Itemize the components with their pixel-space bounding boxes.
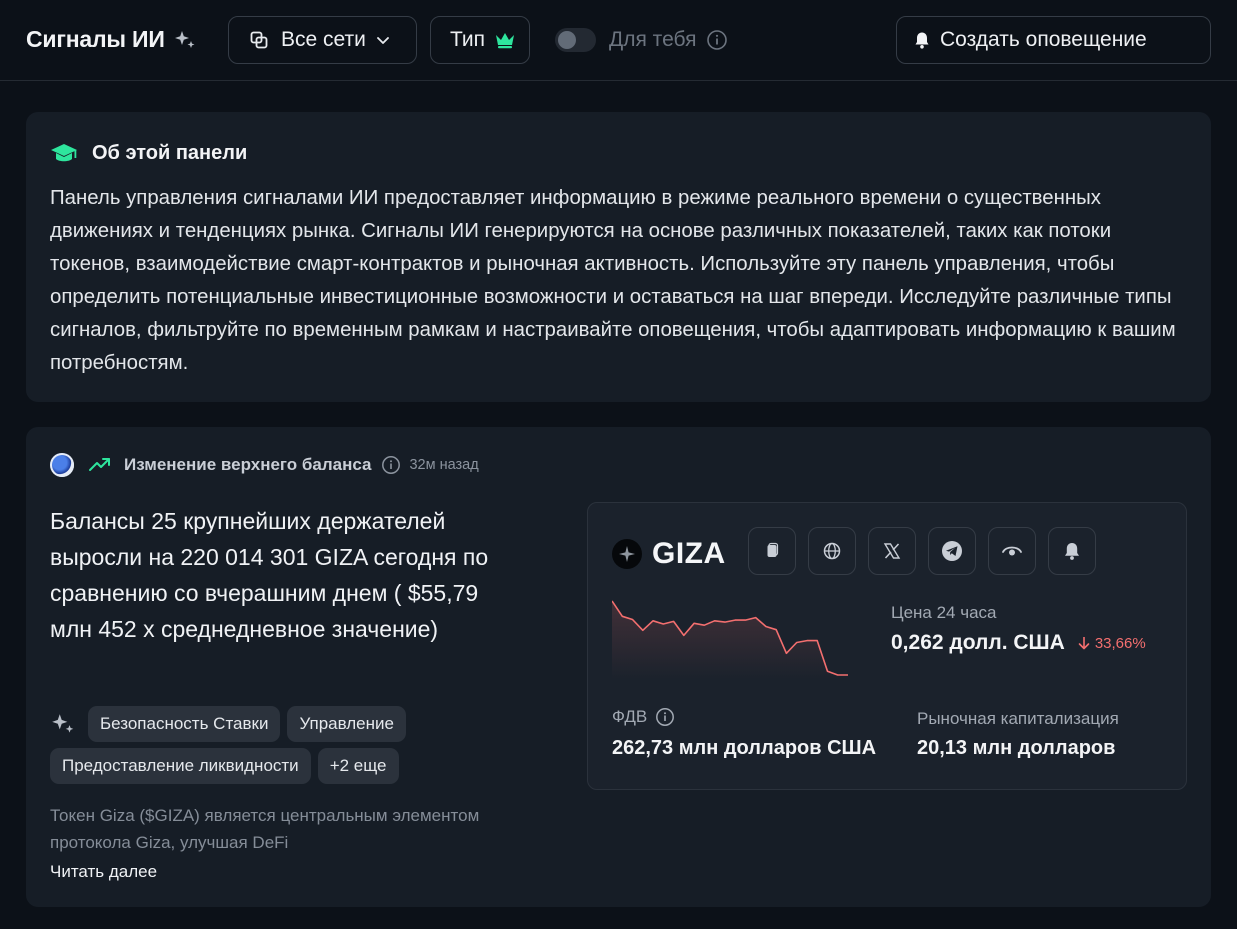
signal-timestamp: 32м назад xyxy=(409,457,479,473)
info-icon[interactable] xyxy=(706,29,728,51)
top-bar: Сигналы ИИ Все сети Тип Для тебя Создать… xyxy=(0,0,1237,81)
sparkles-icon xyxy=(50,711,76,737)
telegram-button[interactable] xyxy=(928,527,976,575)
about-panel: Об этой панели Панель управления сигнала… xyxy=(26,112,1211,402)
copy-button[interactable] xyxy=(748,527,796,575)
price-sparkline xyxy=(612,600,848,679)
token-description: Токен Giza ($GIZA) является центральным … xyxy=(50,806,480,852)
create-alert-button[interactable]: Создать оповещение xyxy=(896,16,1211,64)
info-icon[interactable] xyxy=(381,455,401,475)
arrow-down-icon xyxy=(1077,635,1091,651)
page-title: Сигналы ИИ xyxy=(26,26,165,52)
networks-icon xyxy=(249,30,269,50)
type-label: Тип xyxy=(450,28,486,51)
bell-icon xyxy=(1062,541,1082,561)
about-description: Панель управления сигналами ИИ предостав… xyxy=(50,187,1176,374)
token-card: GIZA Цена 24 часа 0,262 долл. США 33,66%… xyxy=(587,502,1187,790)
globe-icon xyxy=(822,541,842,561)
price-value: 0,262 долл. США xyxy=(891,631,1065,654)
tags-row: Предоставление ликвидности +2 еще xyxy=(50,748,406,784)
chevron-down-icon xyxy=(375,32,391,48)
signal-header: Изменение верхнего баланса 32м назад xyxy=(50,453,479,477)
token-alert-button[interactable] xyxy=(1048,527,1096,575)
for-you-toggle-group: Для тебя xyxy=(555,28,728,52)
tag-chip[interactable]: Безопасность Ставки xyxy=(88,706,281,742)
fdv-value: 262,73 млн долларов США xyxy=(612,737,877,759)
token-symbol: GIZA xyxy=(652,537,726,570)
token-header: GIZA xyxy=(612,537,726,571)
read-more-link[interactable]: Читать далее xyxy=(50,862,157,882)
page-title-group: Сигналы ИИ xyxy=(26,26,197,53)
tag-chip[interactable]: Предоставление ликвидности xyxy=(50,748,311,784)
type-filter-button[interactable]: Тип xyxy=(430,16,530,64)
fdv-label: ФДВ xyxy=(612,707,648,726)
create-alert-label: Создать оповещение xyxy=(940,28,1147,51)
tags-row: Безопасность Ставки Управление xyxy=(50,706,413,742)
networks-label: Все сети xyxy=(281,28,366,51)
x-icon xyxy=(882,541,902,561)
telegram-icon xyxy=(941,540,963,562)
tag-chip[interactable]: Управление xyxy=(287,706,406,742)
signal-text: Балансы 25 крупнейших держателей выросли… xyxy=(50,508,489,642)
copy-icon xyxy=(762,541,782,561)
for-you-toggle[interactable] xyxy=(555,28,596,52)
eye-icon xyxy=(1001,543,1023,559)
networks-dropdown[interactable]: Все сети xyxy=(228,16,417,64)
token-logo xyxy=(612,539,642,569)
bell-icon xyxy=(912,30,932,50)
signal-type: Изменение верхнего баланса xyxy=(124,455,372,474)
sparkles-icon xyxy=(173,28,197,52)
price-label: Цена 24 часа xyxy=(891,603,997,622)
graduation-cap-icon xyxy=(50,141,78,165)
price-row: 0,262 долл. США 33,66% xyxy=(891,631,1146,655)
website-button[interactable] xyxy=(808,527,856,575)
info-icon[interactable] xyxy=(655,707,675,727)
signal-card: Изменение верхнего баланса 32м назад Бал… xyxy=(26,427,1211,907)
more-tags-chip[interactable]: +2 еще xyxy=(317,748,399,784)
for-you-label: Для тебя xyxy=(609,28,697,51)
about-header: Об этой панели xyxy=(50,141,247,165)
price-change: 33,66% xyxy=(1094,634,1146,652)
about-title: Об этой панели xyxy=(92,141,248,164)
token-avatar xyxy=(50,453,74,477)
watch-button[interactable] xyxy=(988,527,1036,575)
x-twitter-button[interactable] xyxy=(868,527,916,575)
fdv-label-group: ФДВ xyxy=(612,707,675,727)
trending-up-icon xyxy=(88,455,112,475)
crown-icon xyxy=(494,30,516,50)
market-cap-label: Рыночная капитализация xyxy=(917,709,1119,728)
market-cap-value: 20,13 млн долларов xyxy=(917,737,1116,759)
token-actions xyxy=(748,527,1108,575)
